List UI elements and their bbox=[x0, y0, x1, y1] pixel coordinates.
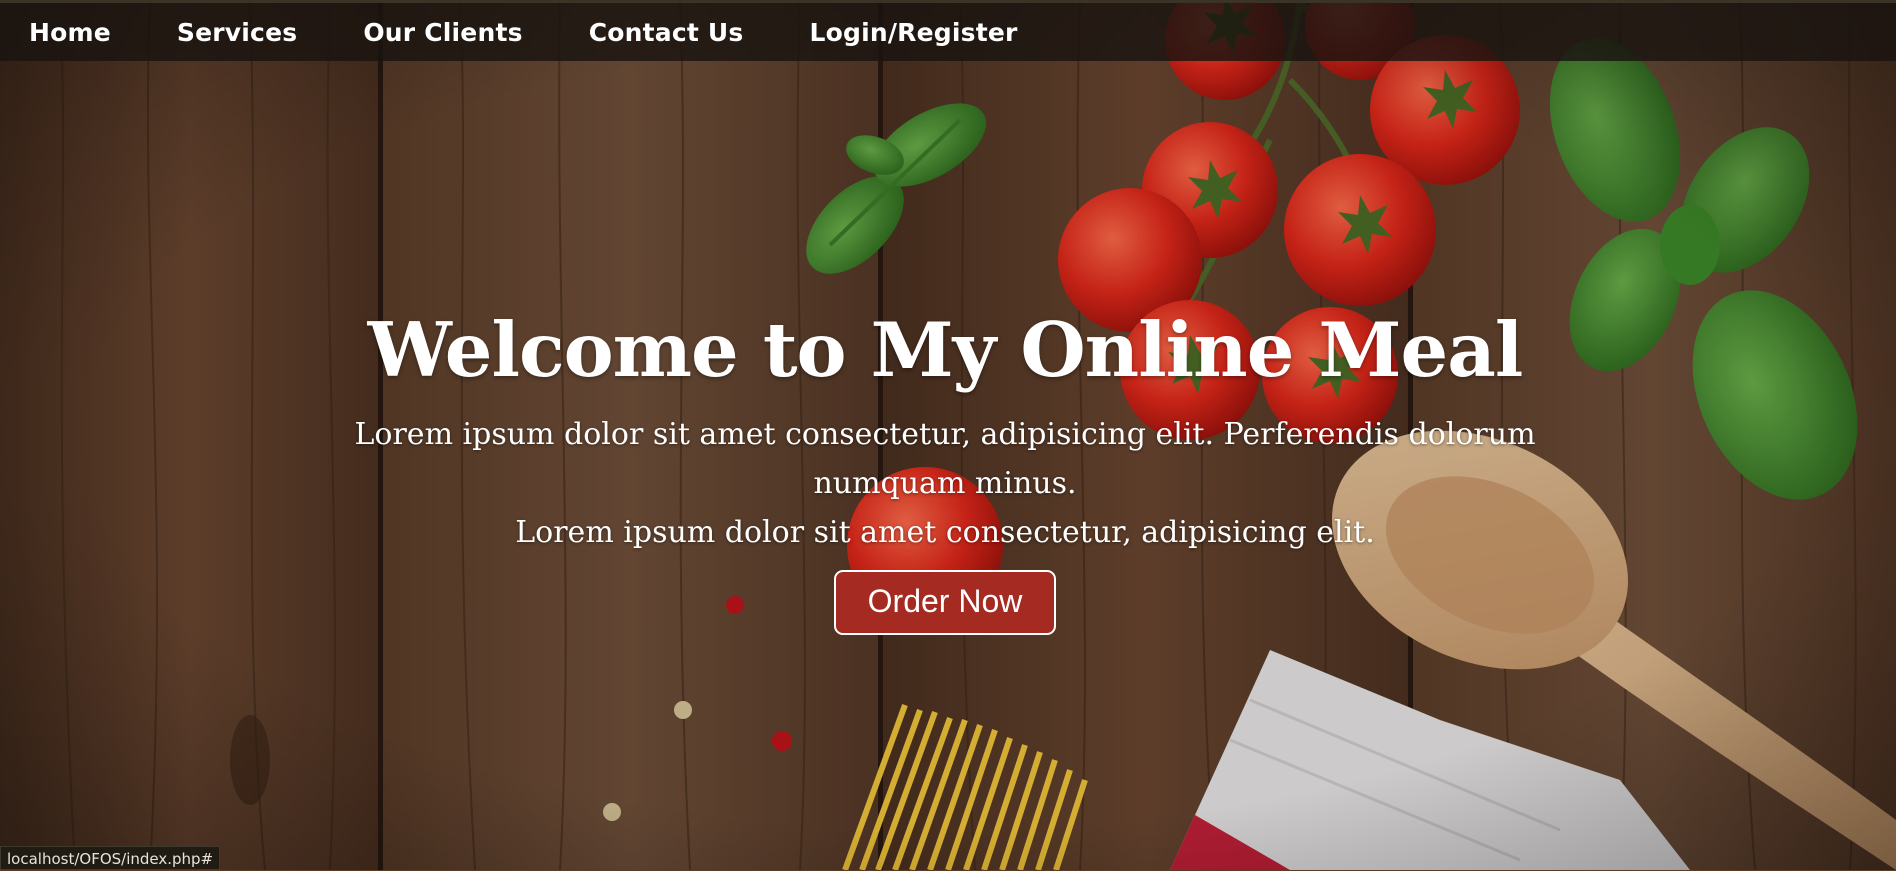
nav-link-services[interactable]: Services bbox=[177, 18, 297, 47]
hero-description: Lorem ipsum dolor sit amet consectetur, … bbox=[295, 410, 1595, 557]
hero-description-line-2: Lorem ipsum dolor sit amet consectetur, … bbox=[515, 515, 1375, 550]
hero-description-line-1: Lorem ipsum dolor sit amet consectetur, … bbox=[354, 417, 1536, 501]
order-now-button[interactable]: Order Now bbox=[833, 570, 1057, 635]
hero-title: Welcome to My Online Meal bbox=[367, 306, 1524, 394]
nav-link-our-clients[interactable]: Our Clients bbox=[363, 18, 522, 47]
nav-link-login-register[interactable]: Login/Register bbox=[809, 18, 1017, 47]
hero-section: Welcome to My Online Meal Lorem ipsum do… bbox=[0, 300, 1890, 635]
nav-link-home[interactable]: Home bbox=[29, 18, 111, 47]
top-navbar: Home Services Our Clients Contact Us Log… bbox=[0, 0, 1896, 61]
nav-link-contact-us[interactable]: Contact Us bbox=[589, 18, 744, 47]
browser-status-bar: localhost/OFOS/index.php# bbox=[0, 846, 221, 870]
